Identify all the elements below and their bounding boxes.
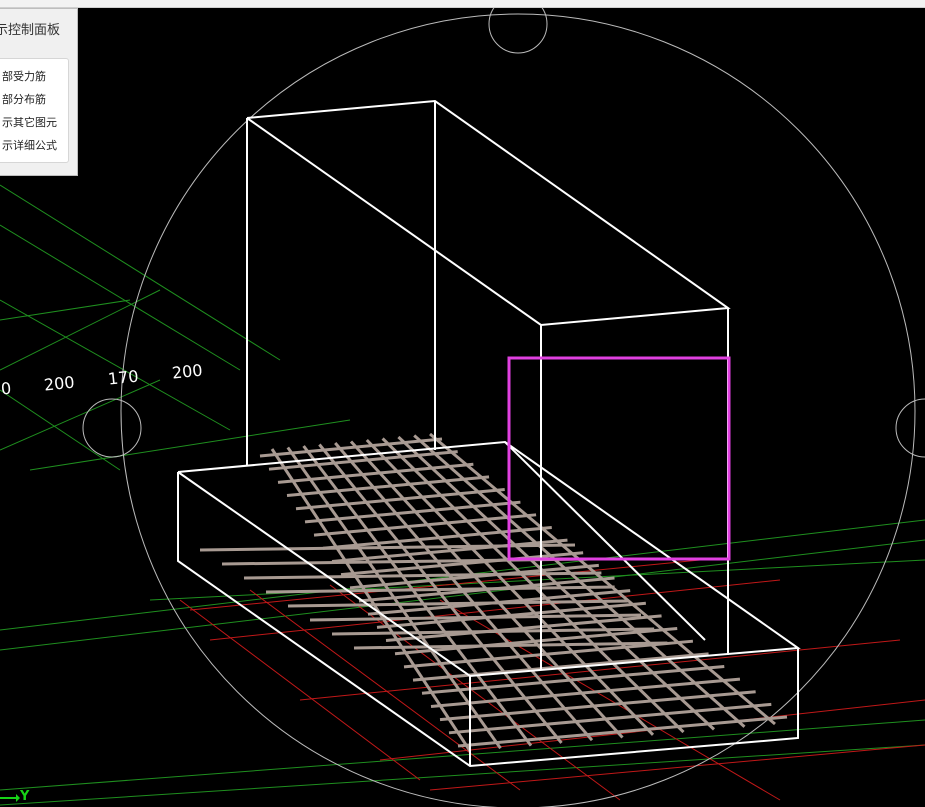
option-bottom-main-rebar[interactable]: 部受力筋 xyxy=(2,68,46,84)
display-control-panel[interactable]: 示控制面板 部受力筋 部分布筋 示其它图元 示详细公式 xyxy=(0,8,78,176)
dimension-label: 200 xyxy=(43,372,76,395)
option-show-detail-formula[interactable]: 示详细公式 xyxy=(2,137,57,153)
rebar-mesh[interactable] xyxy=(199,432,788,752)
axis-y-label: Y xyxy=(20,789,30,804)
option-bottom-distribution-rebar[interactable]: 部分布筋 xyxy=(2,91,46,107)
dimension-label: 0 xyxy=(0,378,13,399)
top-toolbar xyxy=(0,0,925,8)
3d-viewport[interactable] xyxy=(0,0,925,807)
rebar-bar xyxy=(413,434,746,728)
axis-arrow-icon xyxy=(0,794,20,802)
dimension-label: 200 xyxy=(171,360,204,383)
dimension-label: 170 xyxy=(107,366,140,389)
option-show-other-elements[interactable]: 示其它图元 xyxy=(2,114,57,130)
panel-title: 示控制面板 xyxy=(0,23,61,38)
panel-options-group: 部受力筋 部分布筋 示其它图元 示详细公式 xyxy=(0,58,69,163)
axis-grid-red xyxy=(179,559,925,801)
